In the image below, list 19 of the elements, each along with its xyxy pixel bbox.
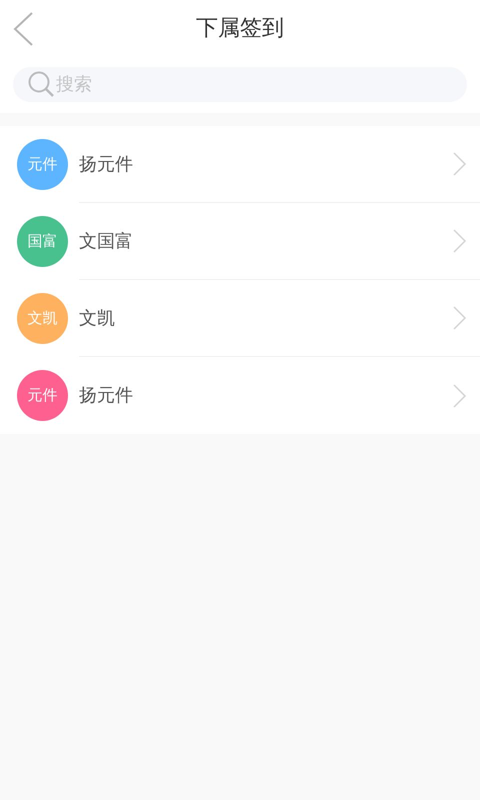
person-row[interactable]: 文凯 文凯: [0, 280, 480, 357]
avatar: 元件: [17, 370, 68, 421]
person-name: 文国富: [79, 230, 134, 254]
chevron-right-icon: [453, 229, 467, 253]
person-row[interactable]: 国富 文国富: [0, 203, 480, 280]
person-row[interactable]: 元件 扬元件: [0, 126, 480, 203]
avatar: 文凯: [17, 293, 68, 344]
avatar: 元件: [17, 139, 68, 190]
page-title: 下属签到: [196, 14, 284, 42]
person-name: 扬元件: [79, 152, 134, 176]
chevron-right-icon: [453, 306, 467, 330]
back-icon: [12, 12, 34, 46]
chevron-right-icon: [453, 384, 467, 408]
avatar: 国富: [17, 216, 68, 267]
person-row[interactable]: 元件 扬元件: [0, 357, 480, 434]
search-icon: [28, 71, 55, 98]
person-name: 扬元件: [79, 384, 134, 408]
person-name: 文凯: [79, 306, 116, 330]
chevron-right-icon: [453, 152, 467, 176]
